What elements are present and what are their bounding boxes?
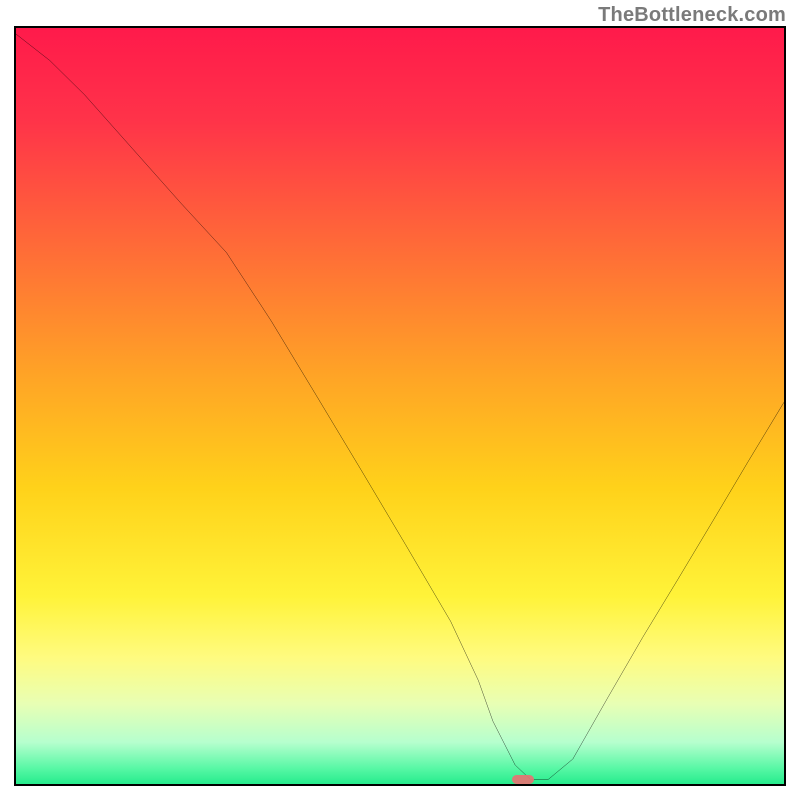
watermark-text: TheBottleneck.com <box>598 4 786 27</box>
optimal-marker <box>512 775 534 784</box>
bottleneck-chart: TheBottleneck.com <box>0 0 800 800</box>
plot-area <box>14 26 786 786</box>
gradient-background <box>16 28 784 786</box>
